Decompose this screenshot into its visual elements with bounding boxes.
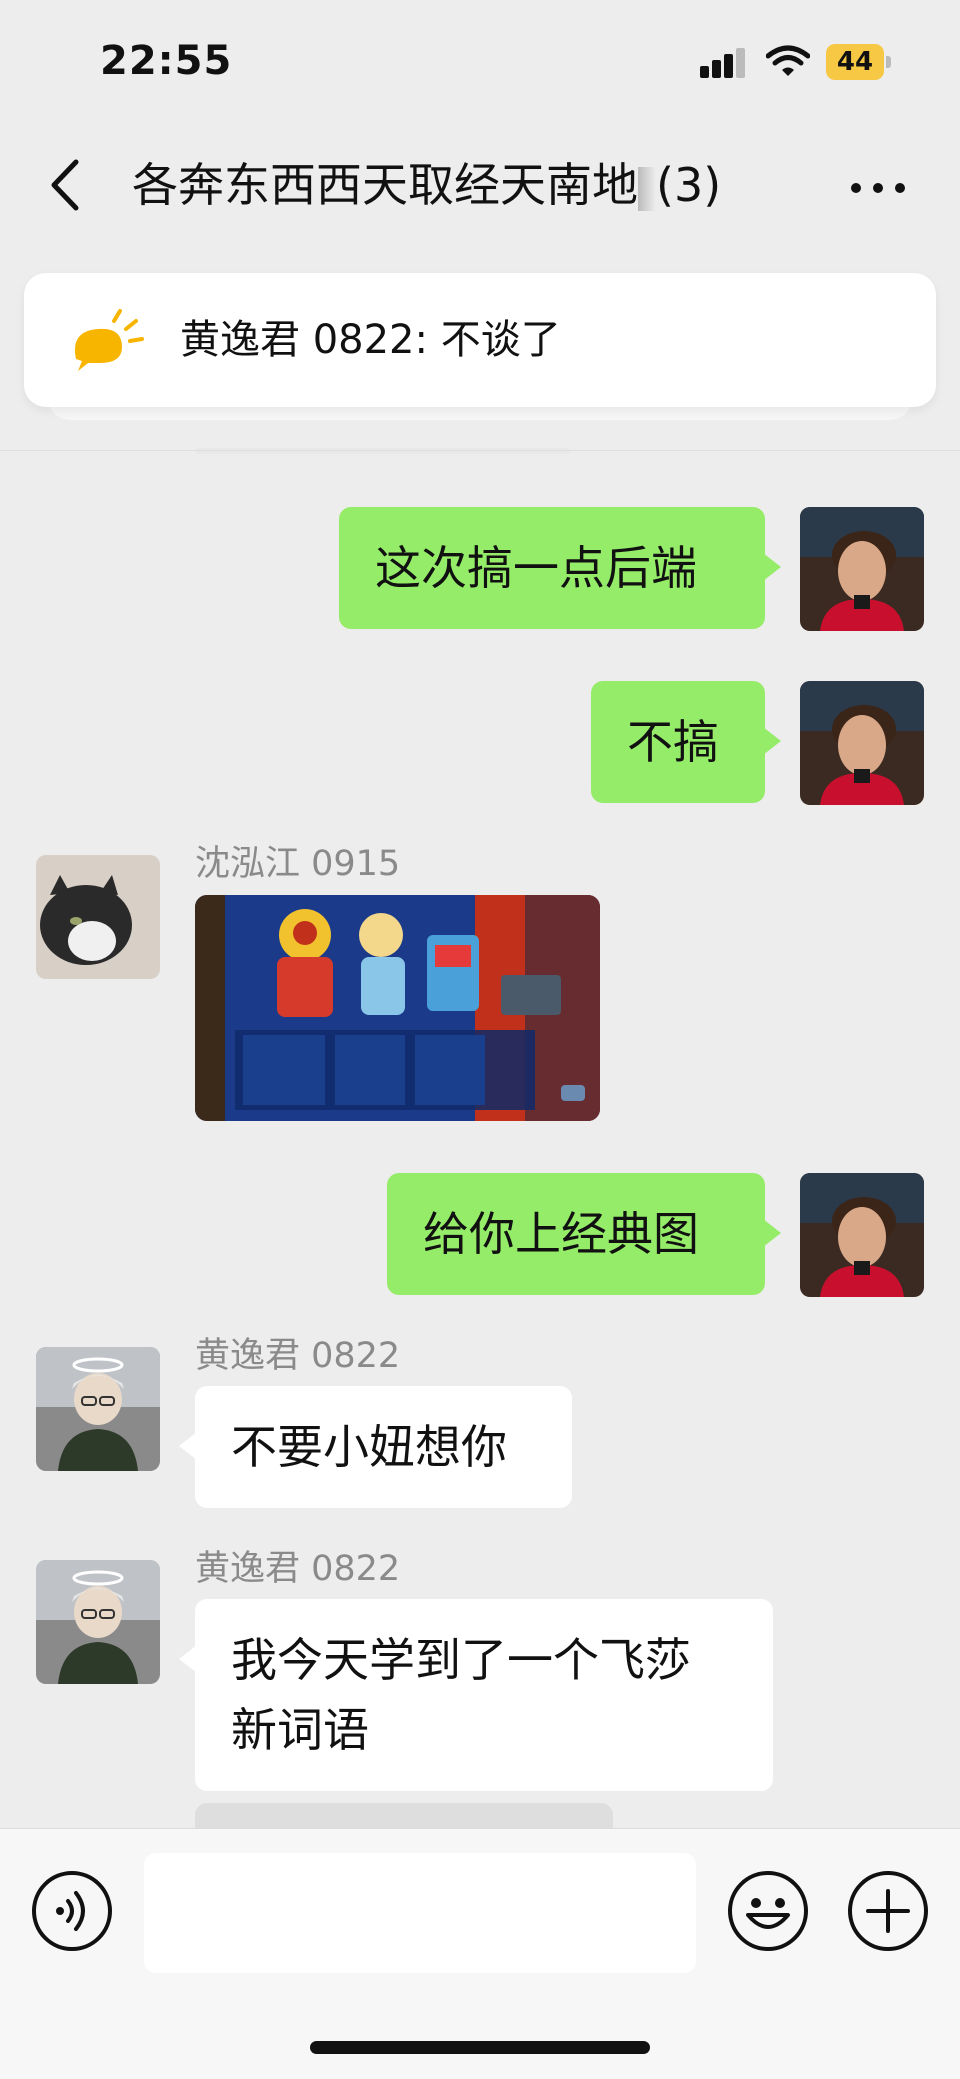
chat-title: 各奔东西西天取经天南地 (3) [132, 155, 792, 215]
message-text-line: 我今天学到了一个飞莎 [231, 1633, 691, 1687]
chat-screen: 22:55 44 各奔东西西天取经天南地 (3) 黄逸君 0822: 不谈了 这… [0, 0, 960, 2079]
my-avatar[interactable] [800, 507, 924, 631]
sender-avatar[interactable] [36, 855, 160, 979]
announcement-icon [74, 309, 144, 371]
sender-avatar[interactable] [36, 1560, 160, 1684]
pinned-notice[interactable]: 黄逸君 0822: 不谈了 [24, 273, 936, 407]
sender-avatar[interactable] [36, 1347, 160, 1471]
pinned-notice-text: 黄逸君 0822: 不谈了 [180, 317, 561, 363]
signal-icon [700, 48, 746, 78]
more-icon[interactable] [846, 168, 910, 208]
message-text: 不要小妞想你 [231, 1420, 507, 1474]
message-bubble-me[interactable]: 给你上经典图 [387, 1173, 781, 1295]
voice-icon[interactable] [30, 1869, 114, 1953]
sender-name: 黄逸君 0822 [195, 1336, 401, 1376]
message-bubble-other[interactable]: 不要小妞想你 [179, 1386, 572, 1508]
chevron-left-icon[interactable] [40, 150, 100, 220]
pinned-stack-line [195, 448, 570, 454]
chat-title-fade [638, 166, 656, 211]
sender-name: 黄逸君 0822 [195, 1549, 401, 1589]
chat-member-count: (3) [656, 158, 722, 212]
my-avatar[interactable] [800, 1173, 924, 1297]
image-message[interactable] [195, 895, 600, 1121]
status-time: 22:55 [100, 38, 233, 84]
message-bubble-other[interactable]: 我今天学到了一个飞莎 新词语 [179, 1599, 773, 1791]
sender-name: 沈泓江 0915 [195, 844, 401, 884]
message-text: 不搞 [627, 715, 719, 769]
input-bar [0, 1828, 960, 2079]
message-input[interactable] [144, 1853, 696, 1973]
message-text: 这次搞一点后端 [375, 541, 697, 595]
message-bubble-me[interactable]: 这次搞一点后端 [339, 507, 781, 629]
message-bubble-me[interactable]: 不搞 [591, 681, 781, 803]
battery-icon: 44 [826, 44, 891, 80]
emoji-icon[interactable] [726, 1869, 810, 1953]
chat-title-text: 各奔东西西天取经天南地 [132, 158, 638, 212]
status-bar: 22:55 44 [0, 0, 960, 130]
home-indicator[interactable] [310, 2041, 650, 2054]
chat-header: 各奔东西西天取经天南地 (3) [0, 130, 960, 240]
header-divider [0, 450, 960, 451]
battery-level: 44 [836, 47, 874, 77]
message-text: 给你上经典图 [423, 1207, 699, 1261]
wifi-icon [766, 45, 810, 76]
my-avatar[interactable] [800, 681, 924, 805]
message-text-line: 新词语 [231, 1703, 369, 1757]
plus-icon[interactable] [846, 1869, 930, 1953]
